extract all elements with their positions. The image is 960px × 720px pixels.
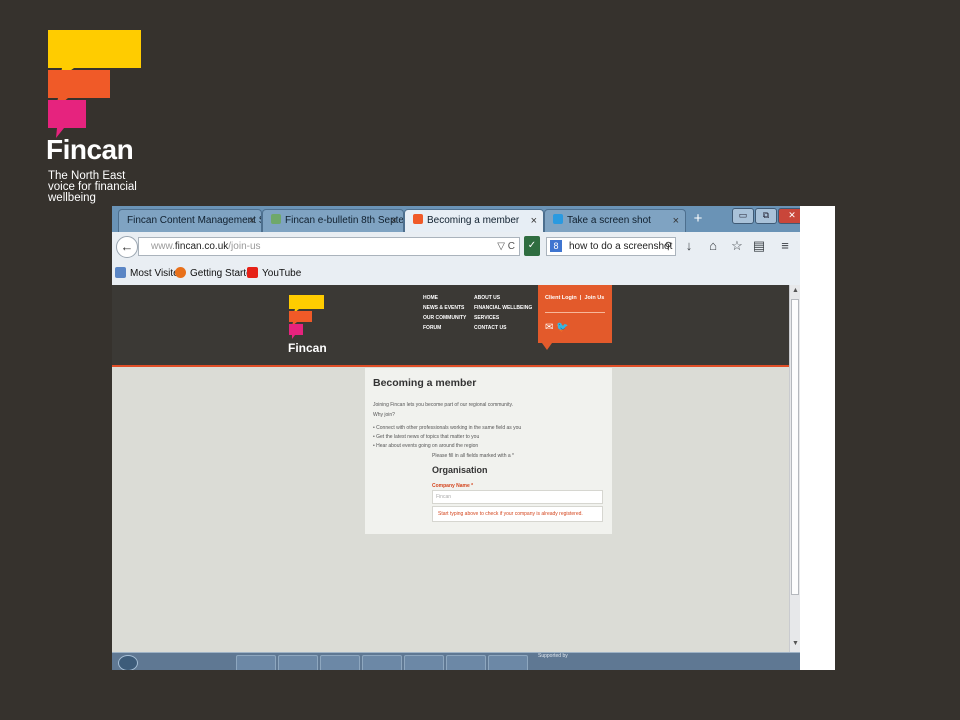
list-item: Connect with other professionals working… <box>373 424 521 433</box>
url-bar[interactable]: www.fincan.co.uk/join-us ▽ C <box>138 237 520 256</box>
intro-text: Joining Fincan lets you become part of o… <box>373 402 513 408</box>
menu-forum[interactable]: Forum <box>423 323 466 333</box>
scroll-thumb[interactable] <box>791 299 799 595</box>
bookmark-star-icon[interactable]: ☆ <box>728 238 746 254</box>
taskbar-item[interactable] <box>320 655 360 670</box>
firefox-icon <box>175 267 186 278</box>
home-icon[interactable]: ⌂ <box>704 238 722 253</box>
clipboard-icon[interactable]: ▤ <box>750 238 768 254</box>
why-join-text: Why join? <box>373 412 395 418</box>
search-icon[interactable]: ⚲ <box>665 238 672 255</box>
taskbar-item[interactable] <box>488 655 528 670</box>
page-title: Becoming a member <box>373 377 477 389</box>
menu-contact-us[interactable]: Contact Us <box>474 323 532 333</box>
screenshot-margin <box>800 206 835 670</box>
join-us-link[interactable]: Join Us <box>584 295 604 301</box>
main-menu-col2: About Us Financial Wellbeing Services Co… <box>474 293 532 333</box>
taskbar-item[interactable] <box>362 655 402 670</box>
start-button[interactable] <box>118 655 138 670</box>
fincan-speech-bubbles-icon <box>48 30 141 138</box>
site-logo-word: Fincan <box>288 341 327 355</box>
menu-about-us[interactable]: About Us <box>474 293 532 303</box>
join-form-panel: Becoming a member Joining Fincan lets yo… <box>365 368 612 534</box>
benefits-list: Connect with other professionals working… <box>373 424 521 451</box>
tab-becoming-member[interactable]: Becoming a member × <box>404 209 544 232</box>
search-engine-icon[interactable]: 8 <box>550 240 562 252</box>
youtube-icon <box>247 267 258 278</box>
taskbar-item[interactable] <box>278 655 318 670</box>
company-name-input[interactable]: Fincan <box>432 490 603 504</box>
bookmark-folder-icon <box>115 267 126 278</box>
main-menu-col1: Home News & Events Our Community Forum <box>423 293 466 333</box>
menu-home[interactable]: Home <box>423 293 466 303</box>
menu-services[interactable]: Services <box>474 313 532 323</box>
ebulletin-favicon-icon <box>271 214 281 224</box>
tab-ebulletin[interactable]: Fincan e-bulletin 8th Septe... × <box>262 209 404 232</box>
taskbar-item[interactable] <box>446 655 486 670</box>
new-tab-icon[interactable]: + <box>688 209 708 229</box>
bookmark-youtube[interactable]: YouTube <box>247 267 301 279</box>
close-icon[interactable]: × <box>249 210 255 232</box>
bookmark-most-visited[interactable]: Most Visited <box>115 267 184 279</box>
company-hint: Start typing above to check if your comp… <box>432 506 603 522</box>
tab-bar: Fincan Content Management S... × Fincan … <box>112 206 806 232</box>
close-icon[interactable]: × <box>673 210 679 232</box>
back-arrow-icon[interactable]: ← <box>116 236 138 258</box>
fincan-favicon-icon <box>413 214 423 224</box>
browser-window: Fincan Content Management S... × Fincan … <box>112 206 835 670</box>
taskbar-item[interactable] <box>236 655 276 670</box>
fincan-slide-logo: Fincan The North East voice for financia… <box>46 30 146 210</box>
social-icons[interactable]: ✉ 🐦 <box>545 322 569 333</box>
bookmark-getting-started[interactable]: Getting Started <box>175 267 257 279</box>
fincan-logo-icon <box>289 295 324 339</box>
slide-logo-word: Fincan <box>46 134 134 165</box>
slide-tagline: The North East voice for financial wellb… <box>48 170 137 204</box>
download-icon[interactable]: ↓ <box>680 238 698 253</box>
search-input[interactable]: 8 how to do a screenshot ⚲ <box>546 237 676 256</box>
addon-icon[interactable]: ✓ <box>524 236 540 256</box>
taskbar-text: Supported by <box>538 653 568 659</box>
site-header: Fincan Home News & Events Our Community … <box>112 285 789 367</box>
tab-cms[interactable]: Fincan Content Management S... × <box>118 209 262 232</box>
close-icon[interactable]: × <box>391 210 397 232</box>
menu-our-community[interactable]: Our Community <box>423 313 466 323</box>
bookmarks-bar: Most Visited Getting Started YouTube <box>112 263 800 286</box>
menu-news-events[interactable]: News & Events <box>423 303 466 313</box>
site-logo[interactable]: Fincan <box>288 295 328 355</box>
minimize-icon[interactable]: ▭ <box>732 208 754 224</box>
windows-favicon-icon <box>553 214 563 224</box>
section-heading: Organisation <box>432 465 488 475</box>
close-icon[interactable]: × <box>531 210 537 232</box>
windows-taskbar: Supported by <box>112 652 800 670</box>
login-box: Client Login | Join Us ✉ 🐦 <box>538 285 612 343</box>
restore-icon[interactable]: ⧉ <box>755 208 777 224</box>
menu-icon[interactable]: ≡ <box>776 238 794 253</box>
required-note: Please fill in all fields marked with a … <box>432 453 514 459</box>
divider <box>545 312 605 313</box>
nav-bar: ← www.fincan.co.uk/join-us ▽ C ✓ 8 how t… <box>112 232 800 264</box>
login-box-pointer <box>542 343 552 350</box>
menu-financial-wellbeing[interactable]: Financial Wellbeing <box>474 303 532 313</box>
taskbar-item[interactable] <box>404 655 444 670</box>
list-item: Hear about events going on around the re… <box>373 442 521 451</box>
tab-screen-shot[interactable]: Take a screen shot × <box>544 209 686 232</box>
page-viewport: Fincan Home News & Events Our Community … <box>112 285 789 652</box>
reload-icon[interactable]: ▽ C <box>497 238 515 255</box>
company-name-label: Company Name * <box>432 483 474 489</box>
client-login-link[interactable]: Client Login <box>545 295 577 301</box>
list-item: Get the latest news of topics that matte… <box>373 433 521 442</box>
